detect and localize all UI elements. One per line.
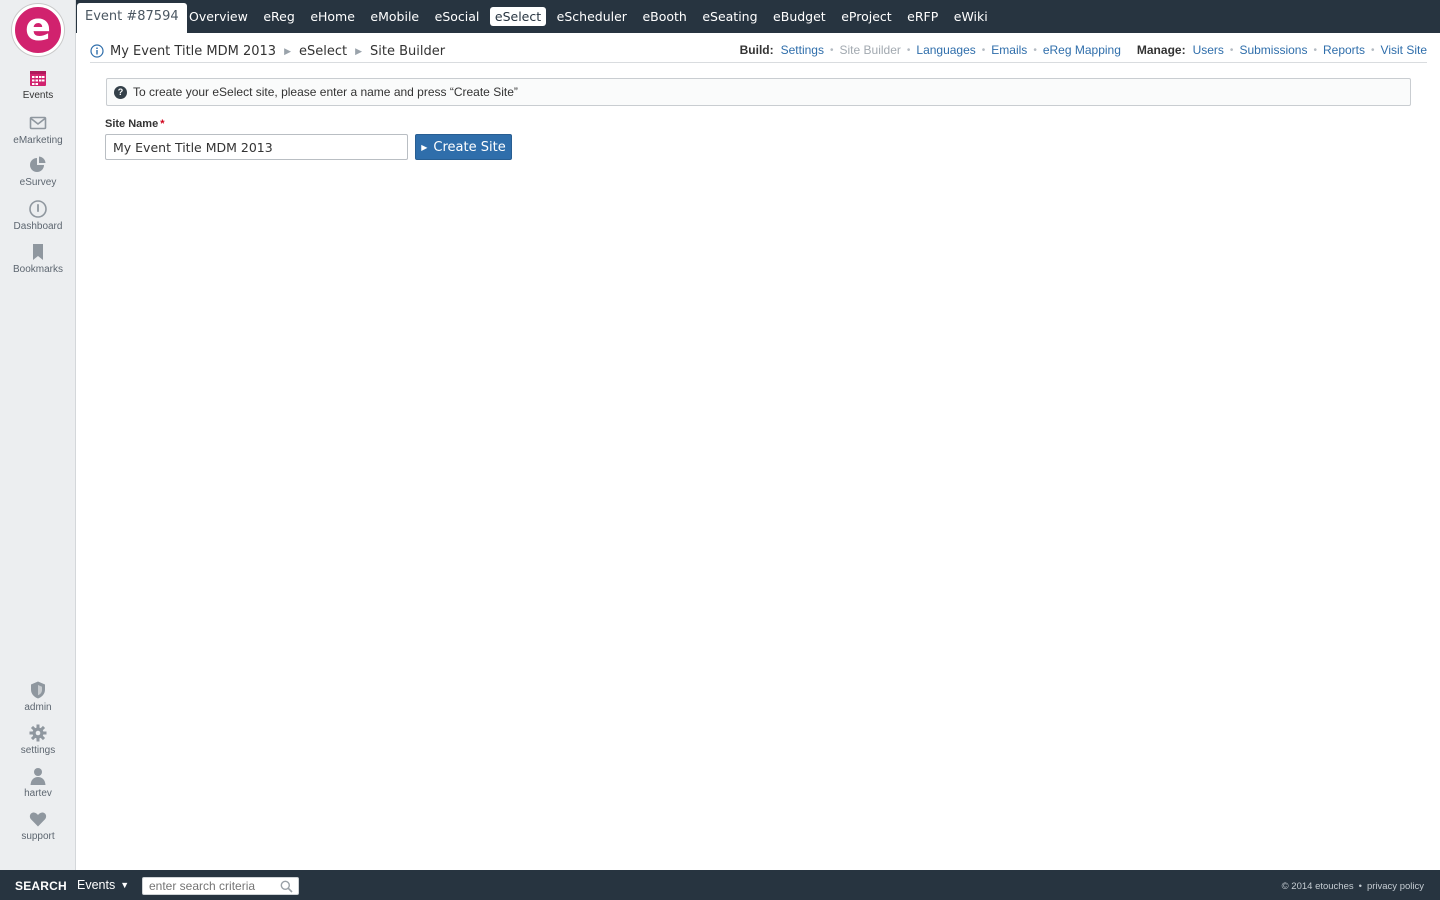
sidebar-label-events: Events	[22, 90, 54, 101]
separator-dot: •	[981, 44, 986, 56]
separator-dot: •	[906, 44, 911, 56]
sidebar-item-emarketing[interactable]: eMarketing	[0, 113, 76, 146]
build-link-emails[interactable]: Emails	[991, 43, 1027, 57]
breadcrumb-event[interactable]: My Event Title MDM 2013	[110, 44, 276, 59]
gauge-icon	[29, 200, 47, 218]
separator-dot: •	[1313, 44, 1317, 56]
envelope-icon	[29, 116, 47, 130]
heart-icon	[29, 812, 47, 827]
sidebar-label-admin: admin	[24, 702, 52, 713]
manage-title: Manage:	[1136, 43, 1186, 57]
bookmark-icon	[33, 244, 43, 260]
sidebar-item-support[interactable]: support	[0, 809, 76, 842]
nav-overview[interactable]: Overview	[184, 7, 253, 26]
sidebar-item-esurvey[interactable]: eSurvey	[0, 155, 76, 188]
create-site-button[interactable]: ▶ Create Site	[415, 134, 512, 160]
left-sidebar: e Events eMarketing eSurvey Dashboard Bo…	[0, 0, 76, 870]
site-name-label-text: Site Name	[105, 118, 159, 130]
etouches-logo[interactable]: e	[12, 4, 64, 56]
breadcrumb: My Event Title MDM 2013 ▶ eSelect ▶ Site…	[90, 40, 445, 62]
build-link-site-builder: Site Builder	[839, 43, 901, 57]
caret-right-icon: ▶	[421, 142, 428, 152]
sidebar-item-settings[interactable]: settings	[0, 723, 76, 756]
build-link-languages[interactable]: Languages	[916, 43, 975, 57]
chevron-right-icon: ▶	[284, 45, 291, 56]
manage-link-visit-site[interactable]: Visit Site	[1381, 43, 1427, 57]
search-icon[interactable]	[280, 880, 293, 893]
site-name-label: Site Name *	[105, 118, 164, 130]
search-input[interactable]	[149, 878, 274, 894]
sidebar-label-esurvey: eSurvey	[19, 177, 57, 188]
search-scope-dropdown[interactable]: Events ▼	[77, 878, 129, 892]
sidebar-item-bookmarks[interactable]: Bookmarks	[0, 242, 76, 275]
info-icon[interactable]	[90, 44, 104, 58]
footer-links: © 2014 etouches • privacy policy	[1282, 881, 1424, 892]
separator-dot: •	[829, 44, 834, 56]
sidebar-label-settings: settings	[20, 745, 56, 756]
separator-dot: •	[1229, 44, 1234, 56]
shield-icon	[31, 681, 45, 699]
nav-ewiki[interactable]: eWiki	[949, 7, 993, 26]
manage-link-submissions[interactable]: Submissions	[1239, 43, 1307, 57]
separator-dot: •	[1033, 44, 1037, 56]
breadcrumb-module[interactable]: eSelect	[299, 44, 347, 59]
build-link-ereg-mapping[interactable]: eReg Mapping	[1043, 43, 1121, 57]
sidebar-label-user: hartev	[24, 788, 52, 799]
top-nav-bar: Event #87594 Overview eReg eHome eMobile…	[76, 0, 1440, 33]
required-marker: *	[160, 118, 165, 130]
create-site-label: Create Site	[433, 139, 506, 155]
nav-escheduler[interactable]: eScheduler	[552, 7, 632, 26]
sidebar-item-admin[interactable]: admin	[0, 680, 76, 713]
sidebar-item-user[interactable]: hartev	[0, 766, 76, 799]
user-icon	[30, 768, 46, 785]
copyright-text: © 2014 etouches	[1281, 881, 1354, 892]
caret-down-icon: ▼	[120, 880, 130, 890]
gear-icon	[29, 724, 47, 742]
search-label: SEARCH	[15, 879, 67, 893]
sidebar-label-bookmarks: Bookmarks	[12, 264, 63, 275]
nav-eproject[interactable]: eProject	[836, 7, 896, 26]
sidebar-label-support: support	[21, 831, 55, 842]
nav-ereg[interactable]: eReg	[258, 7, 299, 26]
nav-erfp[interactable]: eRFP	[902, 7, 943, 26]
pie-chart-icon	[30, 156, 46, 172]
search-box	[142, 877, 299, 895]
nav-eseating[interactable]: eSeating	[697, 7, 762, 26]
nav-esocial[interactable]: eSocial	[430, 7, 485, 26]
breadcrumb-page: Site Builder	[370, 43, 446, 59]
nav-emobile[interactable]: eMobile	[365, 7, 424, 26]
manage-link-reports[interactable]: Reports	[1323, 43, 1365, 57]
header-divider	[90, 62, 1427, 63]
logo-letter: e	[25, 5, 51, 49]
sidebar-item-events[interactable]: Events	[0, 68, 76, 101]
info-notice: ? To create your eSelect site, please en…	[106, 78, 1411, 106]
separator-dot: •	[1371, 44, 1375, 56]
help-icon: ?	[114, 85, 127, 99]
nav-ebudget[interactable]: eBudget	[768, 7, 831, 26]
nav-ebooth[interactable]: eBooth	[637, 7, 691, 26]
module-nav: Overview eReg eHome eMobile eSocial eSel…	[184, 0, 998, 33]
chevron-right-icon: ▶	[355, 45, 363, 56]
privacy-policy-link[interactable]: privacy policy	[1367, 881, 1424, 892]
build-title: Build:	[739, 43, 774, 57]
notice-text: To create your eSelect site, please ente…	[133, 85, 518, 99]
sidebar-label-dashboard: Dashboard	[13, 221, 63, 232]
site-name-input[interactable]	[105, 134, 408, 160]
event-tab[interactable]: Event #87594	[77, 3, 187, 33]
build-link-settings[interactable]: Settings	[781, 43, 824, 57]
nav-ehome[interactable]: eHome	[305, 7, 360, 26]
search-scope-value: Events	[77, 878, 116, 892]
sidebar-label-emarketing: eMarketing	[13, 135, 63, 146]
separator-dot: •	[1358, 881, 1362, 892]
build-manage-links: Build: Settings • Site Builder • Languag…	[740, 43, 1427, 57]
nav-eselect[interactable]: eSelect	[489, 7, 547, 26]
sidebar-item-dashboard[interactable]: Dashboard	[0, 199, 76, 232]
calendar-icon	[30, 71, 46, 86]
manage-link-users[interactable]: Users	[1193, 43, 1224, 57]
